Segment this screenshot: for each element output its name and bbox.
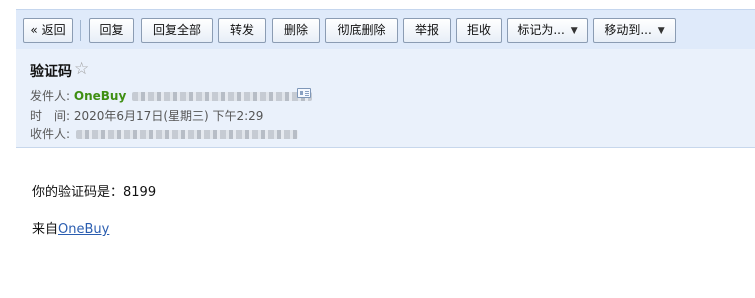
sender-name[interactable]: OneBuy [74, 89, 126, 103]
sender-address-redacted [132, 92, 313, 101]
contact-card-icon[interactable] [297, 88, 311, 98]
star-icon[interactable]: ☆ [74, 59, 89, 79]
mail-toolbar: « 返回 回复 回复全部 转发 删除 彻底删除 举报 拒收 标记为... ▼ 移动… [16, 9, 755, 49]
onebuy-link[interactable]: OneBuy [58, 222, 109, 237]
mark-as-button[interactable]: 标记为... ▼ [507, 18, 588, 43]
reject-button[interactable]: 拒收 [456, 18, 502, 43]
move-to-label: 移动到... [604, 23, 652, 37]
signature-prefix: 来自 [32, 222, 59, 237]
delete-permanent-button[interactable]: 彻底删除 [325, 18, 398, 43]
time-value: 2020年6月17日(星期三) 下午2:29 [73, 109, 264, 123]
recipient-redacted [75, 130, 298, 139]
from-label: 发件人: [30, 89, 71, 103]
back-button[interactable]: « 返回 [23, 18, 73, 43]
forward-button[interactable]: 转发 [218, 18, 266, 43]
mail-subject: 验证码 [30, 64, 72, 80]
sender-row: 发件人: OneBuy [30, 87, 313, 104]
toolbar-separator [80, 20, 81, 41]
recipient-row: 收件人: [30, 125, 298, 142]
chevron-down-icon: ▼ [570, 26, 578, 36]
time-label: 时 间: [30, 109, 71, 123]
signature-line: 来自OneBuy [32, 218, 109, 237]
mark-as-label: 标记为... [517, 23, 565, 37]
delete-button[interactable]: 删除 [272, 18, 320, 43]
reply-all-button[interactable]: 回复全部 [141, 18, 213, 43]
move-to-button[interactable]: 移动到... ▼ [593, 18, 676, 43]
reply-button[interactable]: 回复 [89, 18, 134, 43]
to-label: 收件人: [30, 127, 71, 141]
report-button[interactable]: 举报 [403, 18, 451, 43]
chevron-down-icon: ▼ [657, 26, 665, 36]
verification-code-text: 你的验证码是：8199 [32, 185, 157, 200]
time-row: 时 间: 2020年6月17日(星期三) 下午2:29 [30, 107, 263, 124]
mail-header: 验证码 ☆ 发件人: OneBuy 时 间: 2020年6月17日(星期三) 下… [16, 49, 755, 148]
